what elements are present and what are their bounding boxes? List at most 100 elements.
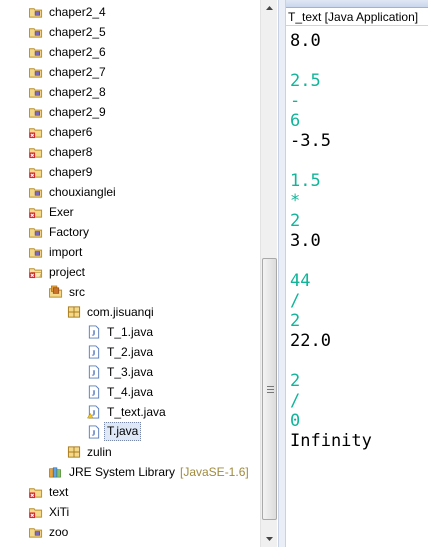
package-folder-icon <box>28 248 43 258</box>
java-file-icon: J <box>88 425 100 439</box>
console-input-line: * <box>290 191 301 211</box>
console-output-line: 22.0 <box>290 331 331 351</box>
tree-item[interactable]: Factory <box>0 222 260 242</box>
tree-item[interactable]: chaper2_5 <box>0 22 260 42</box>
console-input-line: 2.5 <box>290 71 321 91</box>
console-input-line: 2 <box>290 211 301 231</box>
tree-item-label: chaper8 <box>49 145 93 159</box>
tree-item[interactable]: J T_3.java <box>0 362 260 382</box>
console-input-line: - <box>290 91 301 111</box>
console-input-line: 6 <box>290 111 301 131</box>
console-output-line: Infinity <box>290 431 372 451</box>
console-output-line: -3.5 <box>290 131 331 151</box>
console-input-line: 1.5 <box>290 171 321 191</box>
package-folder-icon <box>28 528 43 538</box>
grip-icon <box>267 386 274 393</box>
explorer-scrollbar[interactable] <box>260 0 277 547</box>
java-file-icon: J <box>88 365 100 379</box>
view-divider[interactable] <box>278 0 286 547</box>
tree-item[interactable]: XiTi <box>0 502 260 522</box>
tree-item-label: Exer <box>49 205 74 219</box>
tree-item-label: zoo <box>49 525 69 539</box>
console-tab[interactable] <box>286 0 428 8</box>
library-version-tag: [JavaSE-1.6] <box>180 465 249 479</box>
tree-item[interactable]: JRE System Library [JavaSE-1.6] <box>0 462 260 482</box>
library-icon <box>49 467 61 478</box>
tree-item-label: T.java <box>104 422 142 441</box>
tree-item-label: chaper2_6 <box>49 45 106 59</box>
tree-item-label: chaper6 <box>49 125 93 139</box>
tree-item-label: src <box>69 285 85 299</box>
console-input-line: 2 <box>290 371 301 391</box>
package-folder-icon <box>28 228 43 238</box>
tree-item[interactable]: chaper2_8 <box>0 82 260 102</box>
tree-item[interactable]: zoo <box>0 522 260 542</box>
package-folder-icon <box>28 8 43 18</box>
tree-item[interactable]: src <box>0 282 260 302</box>
tree-item-label: chaper9 <box>49 165 93 179</box>
tree-item[interactable]: zulin <box>0 442 260 462</box>
tree-item[interactable]: J T.java <box>0 422 260 442</box>
package-folder-icon <box>28 48 43 58</box>
tree-item-label: T_2.java <box>107 345 154 359</box>
tree-item-label: project <box>49 265 86 279</box>
tree-item[interactable]: text <box>0 482 260 502</box>
tree-item-label: chouxianglei <box>49 185 116 199</box>
tree-item[interactable]: chaper9 <box>0 162 260 182</box>
package-folder-icon <box>28 28 43 38</box>
console-output-line: 3.0 <box>290 231 321 251</box>
tree-item[interactable]: chaper6 <box>0 122 260 142</box>
tree-item[interactable]: chaper2_7 <box>0 62 260 82</box>
console-output-line: 8.0 <box>290 31 321 51</box>
svg-text:J: J <box>92 368 96 377</box>
tree-item[interactable]: chaper2_4 <box>0 2 260 22</box>
tree-item[interactable]: chouxianglei <box>0 182 260 202</box>
tree-item-label: Factory <box>49 225 90 239</box>
tree-item-label: T_1.java <box>107 325 154 339</box>
tree-item-label: text <box>49 485 69 499</box>
package-folder-icon <box>28 68 43 78</box>
tree-item[interactable]: chaper2_6 <box>0 42 260 62</box>
tree-item[interactable]: J T_1.java <box>0 322 260 342</box>
tree-item-label: zulin <box>87 445 112 459</box>
tree-item[interactable]: chaper2_9 <box>0 102 260 122</box>
source-folder-icon <box>49 285 63 298</box>
tree-item-label: JRE System Library <box>69 465 176 479</box>
tree-item[interactable]: J T_4.java <box>0 382 260 402</box>
tree-item-label: T_3.java <box>107 365 154 379</box>
tree-item-label: T_text.java <box>107 405 166 419</box>
tree-item-label: chaper2_8 <box>49 85 106 99</box>
scroll-up-arrow-icon[interactable] <box>261 0 278 17</box>
console-launch-title: T_text [Java Application] <box>286 9 428 26</box>
project-error-icon <box>28 168 43 179</box>
project-error-icon <box>28 148 43 159</box>
tree-item[interactable]: chaper8 <box>0 142 260 162</box>
project-open-error-icon <box>28 268 43 279</box>
console-input-line: 0 <box>290 411 301 431</box>
console-input-line: / <box>290 391 301 411</box>
svg-text:J: J <box>92 348 96 357</box>
tree-item-label: chaper2_4 <box>49 5 106 19</box>
svg-text:J: J <box>92 428 96 437</box>
project-error-icon <box>28 128 43 139</box>
tree-item[interactable]: project <box>0 262 260 282</box>
package-icon <box>67 306 81 318</box>
package-explorer: chaper2_4 chaper2_5 chaper2_6 chaper2_7chap… <box>0 0 278 547</box>
scrollbar-thumb[interactable] <box>262 258 277 520</box>
java-file-icon: J <box>88 385 100 399</box>
console-input-line: / <box>290 291 301 311</box>
tree-item-label: T_4.java <box>107 385 154 399</box>
svg-text:J: J <box>92 328 96 337</box>
tree-item[interactable]: com.jisuanqi <box>0 302 260 322</box>
tree-item[interactable]: import <box>0 242 260 262</box>
scroll-down-arrow-icon[interactable] <box>261 530 278 547</box>
tree-item[interactable]: J T_2.java <box>0 342 260 362</box>
tree-item[interactable]: Exer <box>0 202 260 222</box>
package-folder-icon <box>28 108 43 118</box>
tree-item-label: com.jisuanqi <box>87 305 154 319</box>
tree-item[interactable]: J T_text.java <box>0 402 260 422</box>
tree-item-label: chaper2_5 <box>49 25 106 39</box>
tree-item-label: import <box>49 245 83 259</box>
console-input-line: 44 <box>290 271 311 291</box>
java-file-icon: J <box>88 325 100 339</box>
